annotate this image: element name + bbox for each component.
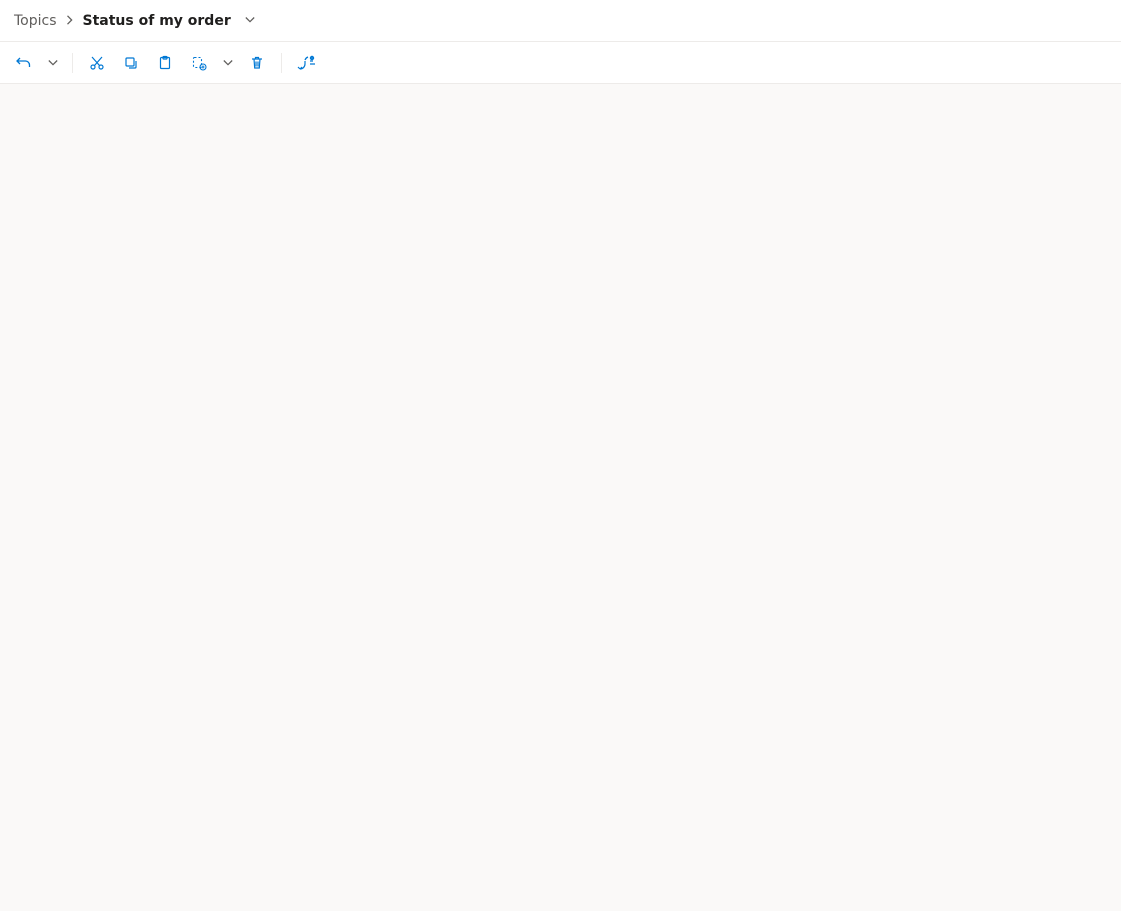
canvas-toolbar bbox=[0, 42, 1121, 84]
delete-button[interactable] bbox=[243, 49, 271, 77]
cut-button[interactable] bbox=[83, 49, 111, 77]
copy-button[interactable] bbox=[117, 49, 145, 77]
undo-split-chevron[interactable] bbox=[44, 49, 62, 77]
breadcrumb-current[interactable]: Status of my order bbox=[83, 13, 231, 29]
breadcrumb-root[interactable]: Topics bbox=[14, 13, 57, 29]
paste-special-button[interactable] bbox=[185, 49, 213, 77]
paste-split-chevron[interactable] bbox=[219, 49, 237, 77]
paste-button[interactable] bbox=[151, 49, 179, 77]
breadcrumb: Topics Status of my order bbox=[0, 0, 1121, 42]
undo-button[interactable] bbox=[10, 49, 38, 77]
chevron-right-icon bbox=[65, 13, 75, 29]
chevron-down-icon[interactable] bbox=[245, 13, 255, 29]
variables-button[interactable] bbox=[292, 49, 320, 77]
